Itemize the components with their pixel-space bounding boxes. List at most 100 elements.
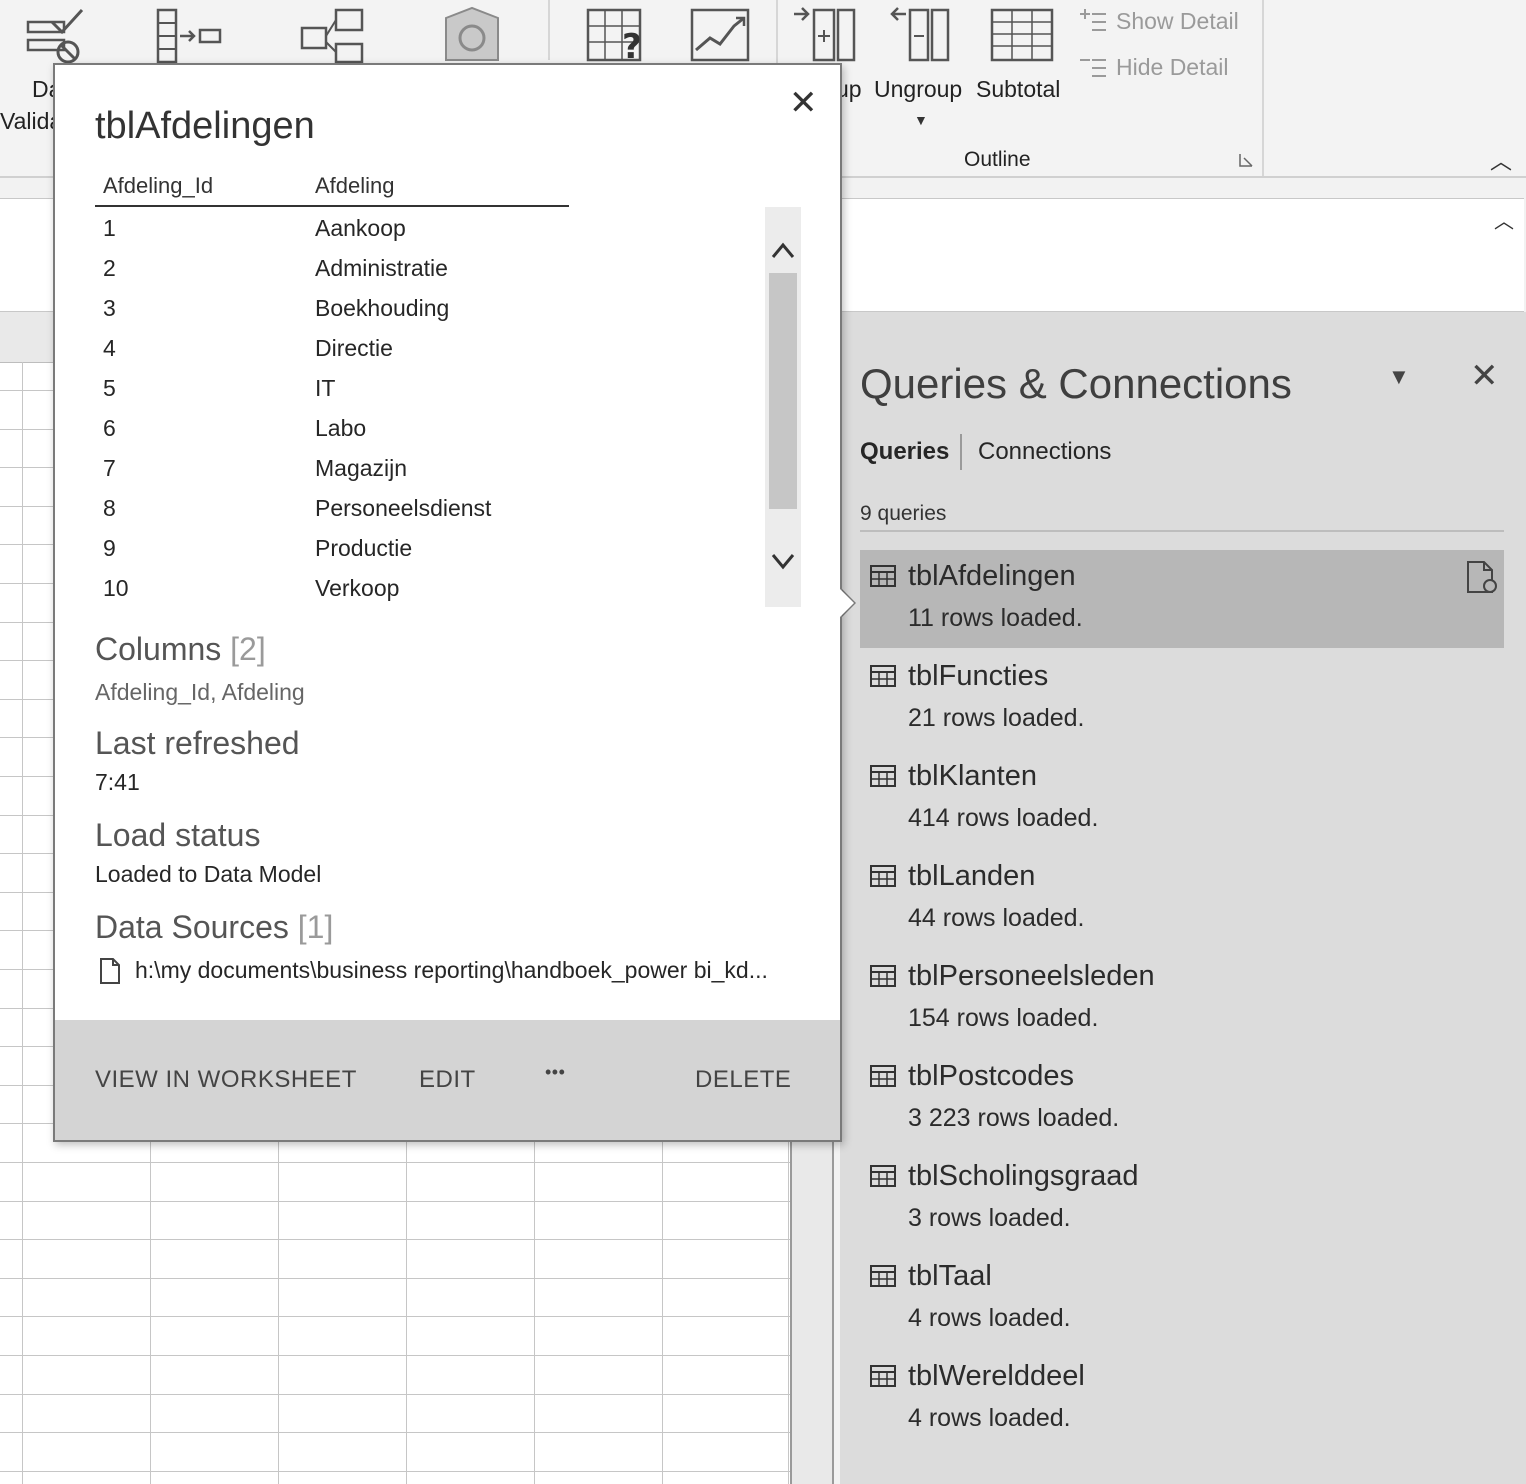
edit-button[interactable]: EDIT [419, 1066, 476, 1094]
outline-group-label: Outline [964, 148, 1031, 171]
grid-line [0, 1162, 790, 1163]
view-in-worksheet-button[interactable]: VIEW IN WORKSHEET [95, 1066, 357, 1094]
dialog-launcher-icon[interactable] [1238, 152, 1254, 168]
query-name: tblPersoneelsleden [908, 960, 1155, 992]
pane-options-dropdown-icon[interactable]: ▼ [1388, 364, 1410, 390]
scroll-up-icon[interactable] [765, 231, 801, 271]
query-item[interactable]: tblTaal 4 rows loaded. [860, 1250, 1504, 1348]
grid-line [0, 1394, 790, 1395]
query-item[interactable]: tblAfdelingen 11 rows loaded. [860, 550, 1504, 648]
pane-title: Queries & Connections [860, 360, 1292, 407]
columns-list: Afdeling_Id, Afdeling [95, 679, 305, 705]
query-item[interactable]: tblPersoneelsleden 154 rows loaded. [860, 950, 1504, 1048]
query-peek-popup: ✕ tblAfdelingen Afdeling_Id Afdeling 1 Aa… [53, 63, 842, 1142]
query-name: tblTaal [908, 1260, 992, 1292]
preview-cell-afdeling: Magazijn [315, 455, 408, 481]
preview-cell-id: 8 [103, 495, 116, 521]
more-options-button[interactable]: ••• [545, 1062, 565, 1083]
forecast-sheet-icon[interactable] [686, 6, 758, 64]
grid-line [0, 1239, 790, 1240]
preview-cell-id: 3 [103, 295, 116, 321]
preview-cell-id: 9 [103, 535, 116, 561]
scroll-down-icon[interactable] [765, 541, 801, 581]
preview-cell-afdeling: Personeelsdienst [315, 495, 492, 521]
preview-cell-id: 10 [103, 575, 129, 601]
grid-line [0, 1278, 790, 1279]
grid-line [0, 1316, 790, 1317]
table-icon [870, 1064, 896, 1088]
ribbon-separator [1262, 0, 1264, 176]
show-detail-icon[interactable] [1078, 6, 1108, 34]
what-if-analysis-icon[interactable]: ? [582, 6, 654, 64]
ungroup-dropdown-icon[interactable]: ▼ [914, 112, 928, 128]
table-icon [870, 964, 896, 988]
preview-cell-id: 7 [103, 455, 116, 481]
query-item[interactable]: tblWerelddeel 4 rows loaded. [860, 1350, 1504, 1448]
formula-bar-collapse-icon[interactable]: ︿ [1494, 205, 1514, 234]
relationships-icon[interactable] [296, 6, 368, 64]
preview-cell-id: 1 [103, 215, 116, 241]
preview-scrollbar[interactable] [765, 207, 801, 607]
query-item[interactable]: tblFuncties 21 rows loaded. [860, 650, 1504, 748]
svg-text:?: ? [622, 27, 642, 64]
query-item[interactable]: tblPostcodes 3 223 rows loaded. [860, 1050, 1504, 1148]
subtotal-icon[interactable] [986, 4, 1058, 62]
preview-header-afdeling: Afdeling [315, 173, 395, 198]
popup-pointer-fill [836, 585, 854, 621]
last-refreshed-value: 7:41 [95, 769, 140, 795]
query-rows-loaded: 44 rows loaded. [908, 904, 1085, 932]
grid-line [0, 1201, 790, 1202]
table-icon [870, 664, 896, 688]
tab-queries[interactable]: Queries [860, 438, 949, 466]
query-name: tblFuncties [908, 660, 1049, 692]
data-source-path[interactable]: h:\my documents\business reporting\handb… [135, 957, 768, 984]
table-icon [870, 764, 896, 788]
preview-cell-id: 4 [103, 335, 116, 361]
consolidate-icon[interactable] [152, 6, 224, 64]
hide-detail-button[interactable]: Hide Detail [1116, 54, 1229, 81]
last-refreshed-heading: Last refreshed [95, 725, 300, 761]
query-count: 9 queries [860, 502, 947, 525]
columns-count: [2] [230, 631, 266, 667]
preview-header-id: Afdeling_Id [103, 173, 214, 198]
query-item[interactable]: tblKlanten 414 rows loaded. [860, 750, 1504, 848]
subtotal-label[interactable]: Subtotal [976, 76, 1060, 103]
manage-data-model-icon[interactable] [436, 4, 508, 62]
group-icon[interactable] [790, 4, 862, 62]
query-item[interactable]: tblLanden 44 rows loaded. [860, 850, 1504, 948]
query-rows-loaded: 21 rows loaded. [908, 704, 1085, 732]
preview-header-divider [95, 205, 569, 207]
query-rows-loaded: 414 rows loaded. [908, 804, 1099, 832]
ribbon-separator [548, 0, 550, 60]
preview-cell-afdeling: Labo [315, 415, 367, 441]
query-rows-loaded: 11 rows loaded. [908, 604, 1083, 632]
ungroup-label[interactable]: Ungroup [874, 76, 962, 103]
query-rows-loaded: 154 rows loaded. [908, 1004, 1099, 1032]
tab-connections[interactable]: Connections [978, 438, 1111, 466]
preview-cell-afdeling: Verkoop [315, 575, 400, 601]
refresh-icon[interactable] [1464, 560, 1498, 596]
pane-close-icon[interactable]: ✕ [1470, 356, 1499, 396]
preview-cell-afdeling: Boekhouding [315, 295, 450, 321]
query-name: tblAfdelingen [908, 560, 1076, 592]
ungroup-icon[interactable] [886, 4, 958, 62]
query-rows-loaded: 3 rows loaded. [908, 1204, 1071, 1232]
hide-detail-icon[interactable] [1078, 52, 1108, 80]
popup-footer: VIEW IN WORKSHEET EDIT ••• DELETE [55, 1020, 840, 1140]
popup-close-icon[interactable]: ✕ [789, 83, 818, 123]
preview-cell-afdeling: Productie [315, 535, 413, 561]
show-detail-button[interactable]: Show Detail [1116, 8, 1239, 35]
preview-cell-id: 6 [103, 415, 116, 441]
columns-heading-text: Columns [95, 631, 222, 667]
tab-separator [960, 434, 962, 470]
preview-cell-id: 2 [103, 255, 116, 281]
data-validation-icon[interactable] [22, 8, 94, 66]
query-name: tblKlanten [908, 760, 1037, 792]
table-icon [870, 1164, 896, 1188]
query-item[interactable]: tblScholingsgraad 3 rows loaded. [860, 1150, 1504, 1248]
preview-scroll-thumb[interactable] [769, 273, 797, 509]
preview-cell-afdeling: Aankoop [315, 215, 406, 241]
delete-button[interactable]: DELETE [695, 1066, 791, 1094]
query-name: tblWerelddeel [908, 1360, 1085, 1392]
collapse-ribbon-icon[interactable]: ︿ [1490, 144, 1512, 176]
